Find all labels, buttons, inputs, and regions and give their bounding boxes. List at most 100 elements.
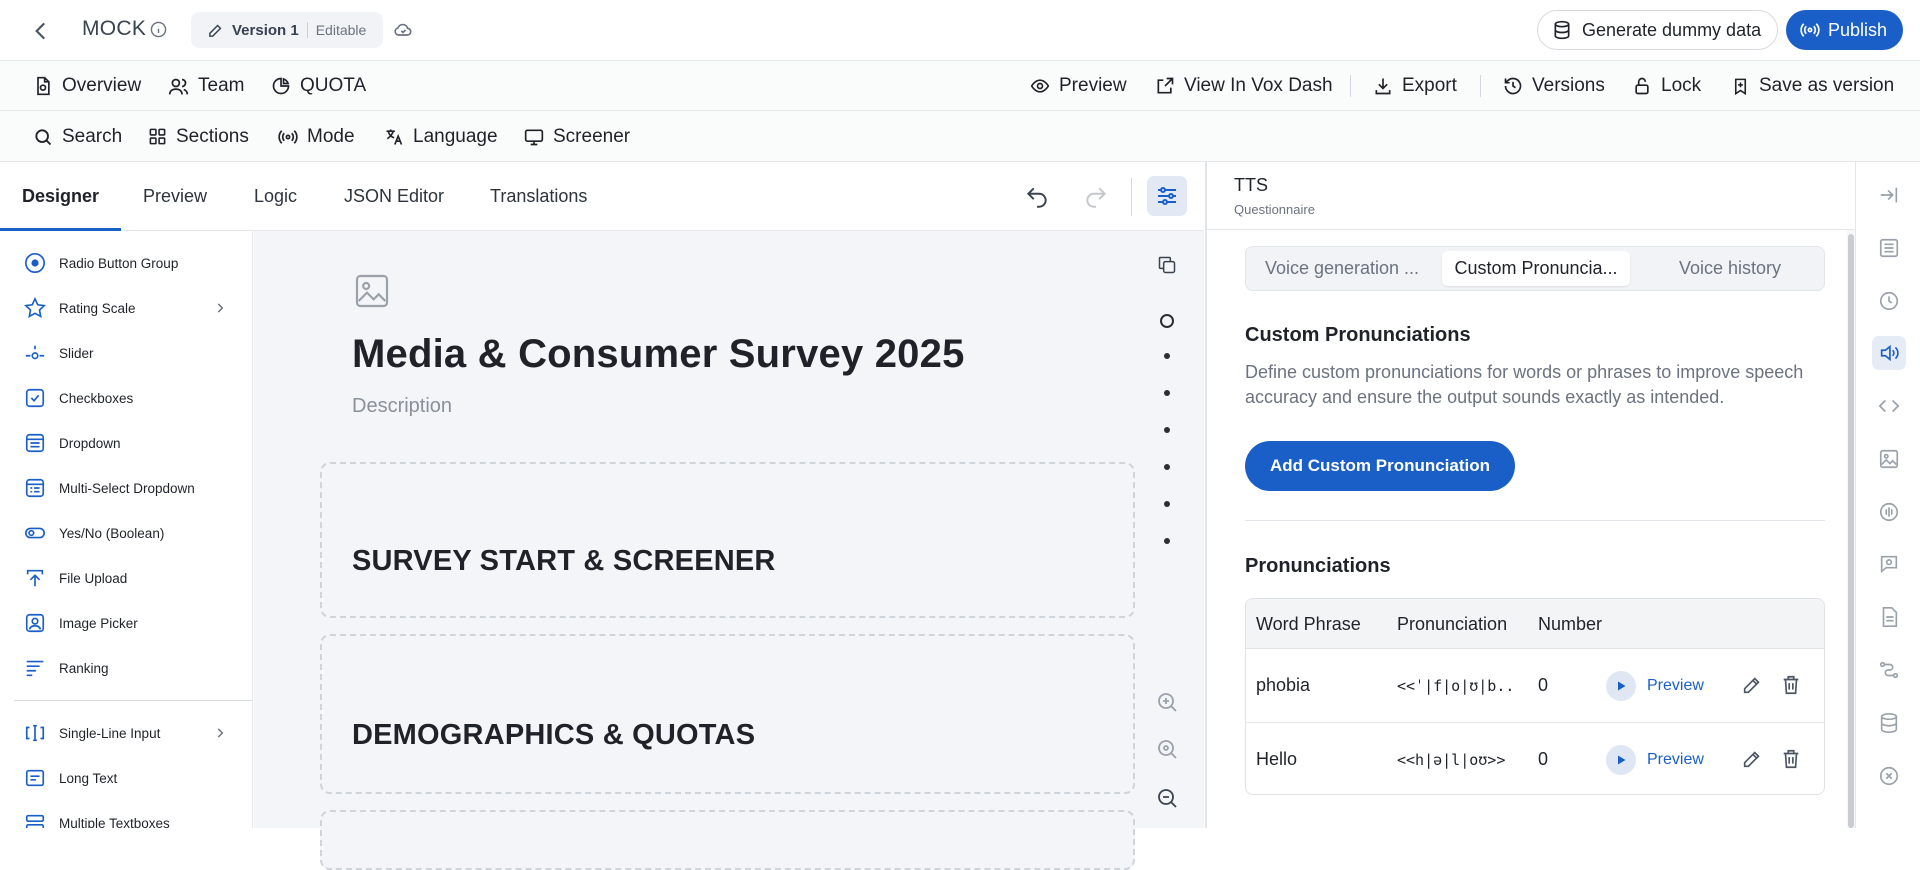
toolbox-dropdown[interactable]: Dropdown	[23, 428, 121, 458]
zoom-in-icon[interactable]	[1155, 690, 1179, 714]
toolbox-image-picker[interactable]: Image Picker	[23, 608, 138, 638]
nav-overview[interactable]: Overview	[33, 61, 141, 111]
toolbox-radio-button-group[interactable]: Radio Button Group	[23, 248, 178, 278]
multi-select-icon	[23, 476, 47, 500]
scrollbar-thumb[interactable]	[1848, 234, 1854, 828]
play-button[interactable]	[1606, 671, 1636, 701]
nav-save-as-version[interactable]: Save as version	[1731, 61, 1894, 111]
right-tool-rail	[1855, 162, 1920, 828]
table-header: Word Phrase Pronunciation Number	[1246, 599, 1824, 649]
info-icon[interactable]	[150, 21, 167, 38]
toolbox-checkboxes[interactable]: Checkboxes	[23, 383, 133, 413]
section-card[interactable]: SURVEY START & SCREENER	[320, 462, 1135, 618]
gear-chat-icon[interactable]	[1872, 547, 1906, 581]
toolbox-rating-scale[interactable]: Rating Scale	[23, 293, 233, 323]
publish-label: Publish	[1828, 19, 1888, 40]
star-icon	[23, 296, 47, 320]
page-marker[interactable]	[1164, 501, 1170, 507]
publish-button[interactable]: Publish	[1786, 10, 1903, 50]
broadcast-icon	[1800, 20, 1820, 40]
nav-preview[interactable]: Preview	[1030, 61, 1127, 111]
toolbox-yes-no-boolean[interactable]: Yes/No (Boolean)	[23, 518, 164, 548]
nav-quota[interactable]: QUOTA	[271, 61, 366, 111]
play-button[interactable]	[1606, 745, 1636, 775]
nav-language[interactable]: Language	[384, 111, 498, 162]
nav-export[interactable]: Export	[1373, 61, 1457, 111]
nav-quota-label: QUOTA	[300, 75, 367, 96]
nav-divider	[1350, 75, 1351, 97]
page-icon[interactable]	[1872, 600, 1906, 634]
toolbox-multiple-textboxes[interactable]: Multiple Textboxes	[23, 808, 170, 828]
preview-link[interactable]: Preview	[1647, 649, 1704, 722]
add-custom-pronunciation-button[interactable]: Add Custom Pronunciation	[1245, 441, 1515, 491]
nav-lock[interactable]: Lock	[1632, 61, 1701, 111]
collapse-panel-icon[interactable]	[1872, 178, 1906, 212]
column-header: Word Phrase	[1256, 613, 1361, 634]
tab-translations[interactable]: Translations	[490, 162, 587, 231]
flow-icon[interactable]	[1872, 653, 1906, 687]
tab-custom-pronunciations[interactable]: Custom Pronuncia...	[1442, 251, 1630, 286]
page-marker-current[interactable]	[1160, 314, 1174, 328]
settings-sliders-button[interactable]	[1147, 176, 1187, 216]
zoom-out-icon[interactable]	[1155, 786, 1179, 810]
version-divider	[306, 22, 308, 38]
clock-icon[interactable]	[1872, 284, 1906, 318]
toolbox-single-line-input[interactable]: Single-Line Input	[23, 718, 233, 748]
edit-icon[interactable]	[1741, 674, 1763, 696]
tab-voice-history[interactable]: Voice history	[1634, 247, 1826, 290]
nav-lock-label: Lock	[1661, 75, 1702, 96]
survey-title[interactable]: Media & Consumer Survey 2025	[352, 332, 965, 377]
preview-link[interactable]: Preview	[1647, 723, 1704, 794]
version-pill[interactable]: Version 1 Editable	[191, 12, 383, 48]
list-icon[interactable]	[1872, 231, 1906, 265]
toolbox-slider[interactable]: Slider	[23, 338, 94, 368]
version-status: Editable	[315, 22, 367, 38]
generate-dummy-data-button[interactable]: Generate dummy data	[1537, 10, 1778, 50]
zoom-reset-icon[interactable]	[1155, 737, 1179, 761]
generate-dummy-data-label: Generate dummy data	[1582, 19, 1762, 40]
tab-logic[interactable]: Logic	[254, 162, 297, 231]
speaker-icon[interactable]	[1872, 336, 1906, 370]
page-marker[interactable]	[1164, 538, 1170, 544]
page-marker[interactable]	[1164, 427, 1170, 433]
toolbox-multi-select-dropdown[interactable]: Multi-Select Dropdown	[23, 473, 195, 503]
page-marker[interactable]	[1164, 464, 1170, 470]
image-placeholder-icon[interactable]	[352, 271, 392, 311]
nav-search[interactable]: Search	[33, 111, 122, 162]
toolbox-divider	[14, 700, 252, 701]
section-card[interactable]	[320, 810, 1135, 870]
image-icon[interactable]	[1872, 442, 1906, 476]
undo-icon[interactable]	[1024, 184, 1050, 210]
tab-designer[interactable]: Designer	[22, 162, 99, 231]
trash-icon[interactable]	[1780, 674, 1802, 696]
nav-team[interactable]: Team	[168, 61, 244, 111]
toolbox-long-text[interactable]: Long Text	[23, 763, 117, 793]
database-icon[interactable]	[1872, 706, 1906, 740]
code-icon[interactable]	[1872, 389, 1906, 423]
tab-voice-generation[interactable]: Voice generation ...	[1246, 247, 1438, 290]
nav-screener[interactable]: Screener	[524, 111, 630, 162]
question-toolbox: Radio Button Group Rating Scale Slider C…	[0, 231, 253, 828]
number-cell: 0	[1538, 749, 1549, 769]
close-circle-icon[interactable]	[1872, 759, 1906, 793]
tab-json-editor[interactable]: JSON Editor	[344, 162, 444, 231]
page-marker[interactable]	[1164, 353, 1170, 359]
back-arrow-icon[interactable]	[28, 18, 54, 44]
nav-search-label: Search	[62, 125, 123, 147]
nav-view-in-vox-dash[interactable]: View In Vox Dash	[1155, 61, 1333, 111]
nav-sections[interactable]: Sections	[148, 111, 249, 162]
audio-circle-icon[interactable]	[1872, 495, 1906, 529]
page-marker[interactable]	[1164, 390, 1170, 396]
redo-icon[interactable]	[1083, 184, 1109, 210]
nav-mode[interactable]: Mode	[278, 111, 355, 162]
survey-description[interactable]: Description	[352, 395, 452, 418]
tab-preview[interactable]: Preview	[143, 162, 207, 231]
copy-icon[interactable]	[1157, 255, 1177, 275]
version-label: Version 1	[232, 21, 299, 39]
section-card[interactable]: DEMOGRAPHICS & QUOTAS	[320, 634, 1135, 794]
trash-icon[interactable]	[1780, 748, 1802, 770]
toolbox-ranking[interactable]: Ranking	[23, 653, 109, 683]
toolbox-file-upload[interactable]: File Upload	[23, 563, 127, 593]
nav-versions[interactable]: Versions	[1503, 61, 1605, 111]
edit-icon[interactable]	[1741, 748, 1763, 770]
